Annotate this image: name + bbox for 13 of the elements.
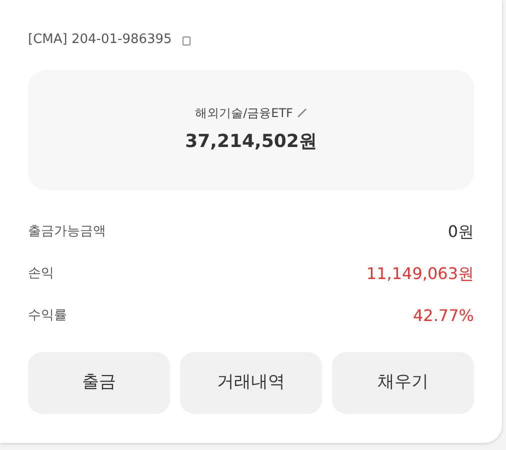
account-number: [CMA] 204-01-986395: [28, 31, 172, 49]
action-button[interactable]: 채우기: [332, 352, 474, 414]
row-value: 11,149,063원: [366, 262, 474, 284]
action-button[interactable]: 출금: [28, 352, 170, 414]
row-value: 42.77%: [412, 304, 474, 326]
row-value: 0원: [448, 220, 474, 242]
action-button[interactable]: 거래내역: [180, 352, 322, 414]
fund-name: 해외기술/금융ETF: [195, 105, 293, 122]
row-label: 손익: [28, 264, 54, 283]
row-label: 출금가능금액: [28, 222, 106, 241]
copy-icon[interactable]: [180, 34, 192, 46]
row-label: 수익률: [28, 306, 67, 325]
balance-amount: 37,214,502원: [185, 130, 317, 154]
